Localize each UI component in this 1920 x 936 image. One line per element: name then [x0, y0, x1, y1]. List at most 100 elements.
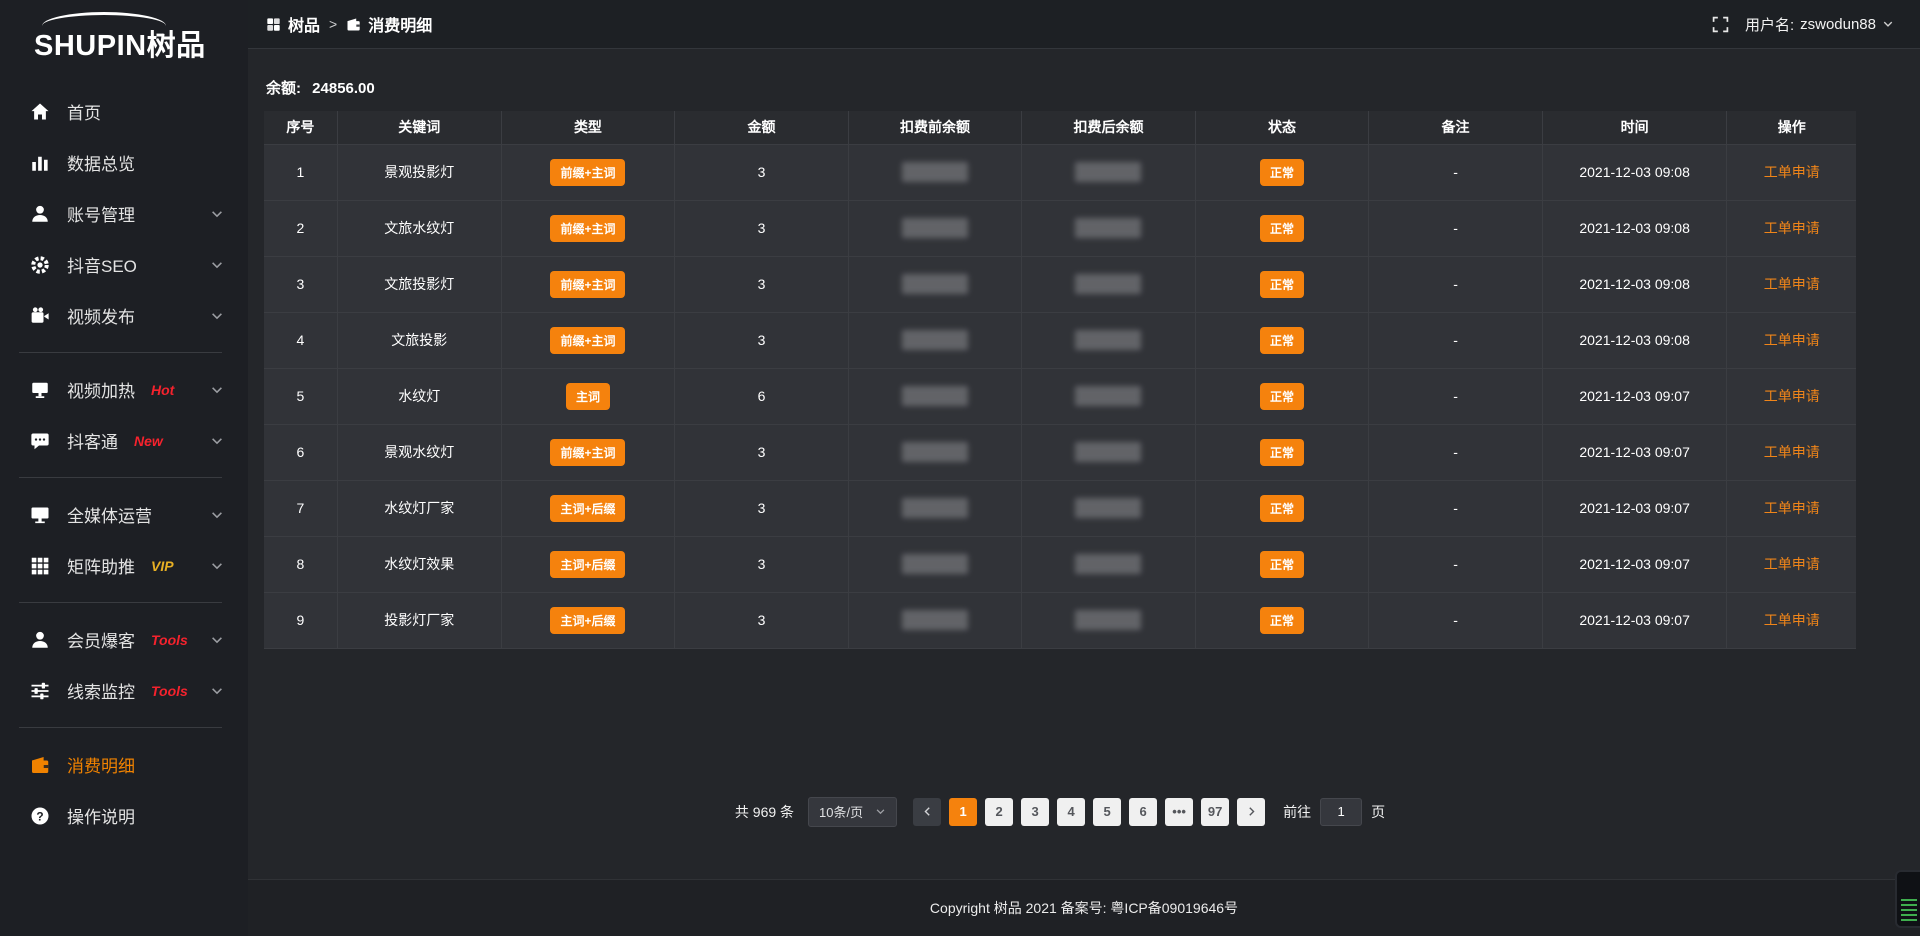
- page-ellipsis[interactable]: •••: [1165, 798, 1193, 826]
- page-button-3[interactable]: 3: [1021, 798, 1049, 826]
- work-order-link[interactable]: 工单申请: [1764, 556, 1820, 572]
- sidebar-item-home[interactable]: 首页: [0, 86, 248, 137]
- sidebar-item-operation-guide[interactable]: ?操作说明: [0, 790, 248, 841]
- page-button-6[interactable]: 6: [1129, 798, 1157, 826]
- sidebar-item-clue-monitor[interactable]: 线索监控Tools: [0, 665, 248, 716]
- user-menu[interactable]: 用户名: zswodun88: [1745, 14, 1894, 35]
- sidebar-nav: 首页数据总览账号管理抖音SEO 视频发布视频加热Hot抖客通New 全媒体运营矩阵助…: [0, 86, 248, 841]
- cell-remark: -: [1369, 592, 1543, 648]
- cell-type: 主词+后缀: [501, 536, 675, 592]
- sidebar-item-douyin-seo[interactable]: 抖音SEO: [0, 239, 248, 290]
- cell-action: 工单申请: [1727, 312, 1856, 368]
- masked-value: [902, 274, 968, 294]
- cell-amount: 3: [675, 424, 849, 480]
- cell-amount: 3: [675, 480, 849, 536]
- page-size-select[interactable]: 10条/页: [808, 797, 897, 827]
- masked-value: [1075, 610, 1141, 630]
- balance: 余额: 24856.00: [266, 77, 1856, 98]
- column-header: 扣费前余额: [848, 111, 1022, 144]
- goto-label: 前往: [1283, 802, 1311, 822]
- cell-index: 9: [264, 592, 337, 648]
- work-order-link[interactable]: 工单申请: [1764, 276, 1820, 292]
- chevron-left-icon: [922, 806, 933, 817]
- work-order-link[interactable]: 工单申请: [1764, 332, 1820, 348]
- cell-remark: -: [1369, 312, 1543, 368]
- column-header: 类型: [501, 111, 675, 144]
- cell-time: 2021-12-03 09:08: [1542, 312, 1727, 368]
- sidebar-item-douketong[interactable]: 抖客通New: [0, 415, 248, 466]
- sidebar-item-data-overview[interactable]: 数据总览: [0, 137, 248, 188]
- sidebar-item-matrix-boost[interactable]: 矩阵助推VIP: [0, 540, 248, 591]
- dashboard-icon: [266, 17, 281, 32]
- masked-value: [902, 218, 968, 238]
- cell-keyword: 景观水纹灯: [337, 424, 501, 480]
- cell-remark: -: [1369, 200, 1543, 256]
- pagination: 共 969 条 10条/页 123456•••97 前往 页: [264, 797, 1856, 827]
- sidebar-item-consumption-detail[interactable]: 消费明细: [0, 739, 248, 790]
- chevron-down-icon: [210, 633, 224, 647]
- next-page-button[interactable]: [1237, 798, 1265, 826]
- cell-pre-balance: [848, 536, 1022, 592]
- cell-pre-balance: [848, 424, 1022, 480]
- column-header: 操作: [1727, 111, 1856, 144]
- status-badge: 正常: [1260, 215, 1304, 242]
- table-row: 7水纹灯厂家主词+后缀3正常-2021-12-03 09:07工单申请: [264, 480, 1856, 536]
- column-header: 金额: [675, 111, 849, 144]
- column-header: 扣费后余额: [1022, 111, 1196, 144]
- cell-post-balance: [1022, 200, 1196, 256]
- masked-value: [1075, 386, 1141, 406]
- goto-page-input[interactable]: [1320, 798, 1362, 826]
- page-button-97[interactable]: 97: [1201, 798, 1229, 826]
- work-order-link[interactable]: 工单申请: [1764, 612, 1820, 628]
- column-header: 状态: [1195, 111, 1369, 144]
- footer: Copyright 树品 2021 备案号: 粤ICP备09019646号: [248, 879, 1920, 936]
- page-button-1[interactable]: 1: [949, 798, 977, 826]
- pagination-total: 共 969 条: [735, 802, 794, 822]
- cell-pre-balance: [848, 312, 1022, 368]
- fullscreen-icon[interactable]: [1712, 16, 1729, 33]
- cell-action: 工单申请: [1727, 368, 1856, 424]
- sidebar-item-member-baoke[interactable]: 会员爆客Tools: [0, 614, 248, 665]
- type-badge: 前缀+主词: [550, 439, 625, 466]
- floating-widget[interactable]: [1895, 870, 1920, 928]
- sidebar-item-label: 抖音SEO: [67, 252, 137, 277]
- sidebar-item-account-management[interactable]: 账号管理: [0, 188, 248, 239]
- monitor-icon: [30, 505, 50, 525]
- sidebar-item-label: 全媒体运营: [67, 502, 152, 527]
- sidebar-item-badge: Hot: [151, 382, 174, 398]
- cell-index: 3: [264, 256, 337, 312]
- cell-amount: 6: [675, 368, 849, 424]
- chat-icon: [30, 431, 50, 451]
- username-value: zswodun88: [1800, 16, 1876, 33]
- sidebar-item-video-publish[interactable]: 视频发布: [0, 290, 248, 341]
- cell-keyword: 水纹灯效果: [337, 536, 501, 592]
- cell-status: 正常: [1195, 536, 1369, 592]
- masked-value: [902, 442, 968, 462]
- page-button-5[interactable]: 5: [1093, 798, 1121, 826]
- sidebar-item-all-media-operation[interactable]: 全媒体运营: [0, 489, 248, 540]
- sidebar-item-label: 矩阵助推: [67, 553, 135, 578]
- wallet-icon: [30, 755, 50, 775]
- work-order-link[interactable]: 工单申请: [1764, 164, 1820, 180]
- sidebar-item-video-heat[interactable]: 视频加热Hot: [0, 364, 248, 415]
- column-header: 序号: [264, 111, 337, 144]
- chevron-down-icon: [210, 434, 224, 448]
- prev-page-button[interactable]: [913, 798, 941, 826]
- work-order-link[interactable]: 工单申请: [1764, 500, 1820, 516]
- page-button-2[interactable]: 2: [985, 798, 1013, 826]
- work-order-link[interactable]: 工单申请: [1764, 388, 1820, 404]
- breadcrumb: 树品 > 消费明细: [266, 12, 432, 36]
- status-badge: 正常: [1260, 327, 1304, 354]
- cell-time: 2021-12-03 09:07: [1542, 424, 1727, 480]
- cell-remark: -: [1369, 536, 1543, 592]
- breadcrumb-root[interactable]: 树品: [266, 12, 320, 36]
- topbar: 树品 > 消费明细 用户名: zswodun88: [248, 0, 1920, 49]
- cell-keyword: 景观投影灯: [337, 144, 501, 200]
- chevron-down-icon: [210, 258, 224, 272]
- page-button-4[interactable]: 4: [1057, 798, 1085, 826]
- work-order-link[interactable]: 工单申请: [1764, 220, 1820, 236]
- column-header: 备注: [1369, 111, 1543, 144]
- work-order-link[interactable]: 工单申请: [1764, 444, 1820, 460]
- masked-value: [902, 554, 968, 574]
- sidebar-item-badge: Tools: [151, 683, 188, 699]
